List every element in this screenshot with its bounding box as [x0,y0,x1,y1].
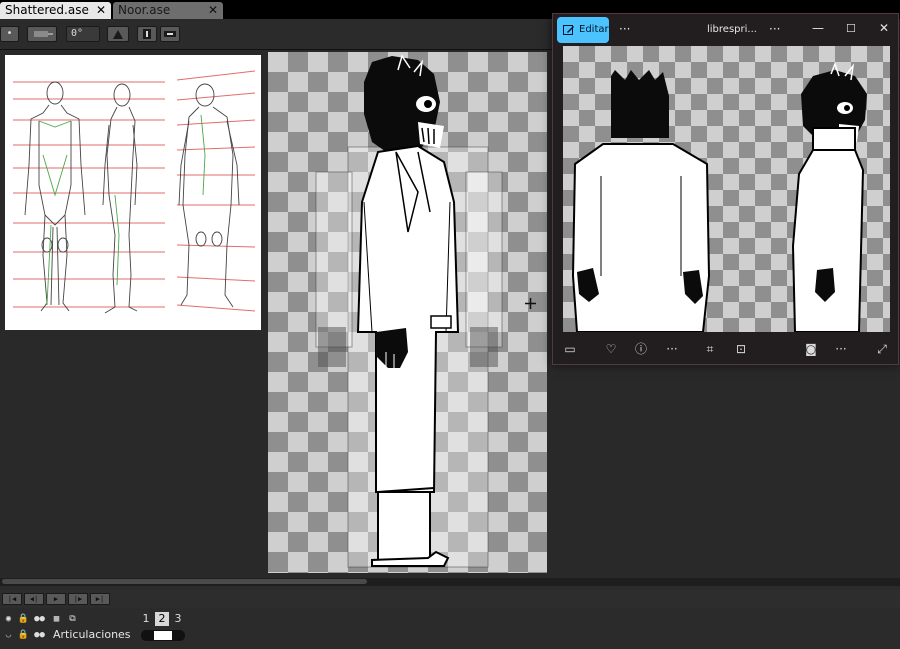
close-tab-icon[interactable]: ✕ [208,2,218,19]
tab-label: Noor.ase [118,3,171,17]
tab-label: Shattered.ase [5,3,89,17]
close-tab-icon[interactable]: ✕ [96,2,106,19]
edit-label: Editar [579,24,609,35]
layers-panel [0,610,900,649]
rotation-input[interactable]: 0° [66,26,100,42]
more-options-icon[interactable]: ··· [619,22,630,36]
more-icon[interactable]: ··· [664,341,680,357]
lock-icon[interactable]: 🔒 [17,629,30,641]
layers-icon[interactable]: ⧉ [66,613,79,625]
tab-noor[interactable]: Noor.ase ✕ [113,2,223,19]
scan-icon[interactable]: ⊡ [733,341,749,357]
pivot-icon[interactable] [107,26,129,42]
more-icon[interactable]: ··· [833,341,849,357]
crop-icon[interactable]: ⌗ [702,341,718,357]
crosshair-cursor-icon [525,294,536,309]
pixel-perfect-icon[interactable] [27,26,57,42]
minimize-icon[interactable]: — [812,21,824,35]
sprite-canvas[interactable] [268,52,547,573]
snapshot-icon[interactable]: ◙ [803,341,819,357]
edit-icon [563,25,574,35]
visibility-icon[interactable]: ◡ [2,629,15,641]
link-icon[interactable]: ●● [33,613,46,625]
info-icon[interactable]: ⓘ [633,341,649,357]
link-icon[interactable]: ●● [33,629,46,641]
more-options-icon[interactable]: ··· [769,22,780,36]
grid-icon[interactable]: ▦ [50,613,63,625]
next-frame-icon[interactable]: |▶ [68,593,88,605]
last-frame-icon[interactable]: ▶| [90,593,110,605]
filmstrip-icon[interactable]: ▭ [562,341,578,357]
heart-icon[interactable]: ♡ [603,341,619,357]
photo-viewer-window: Editar ··· librespri... ··· — ☐ ✕ ▭ ♡ ⓘ … [552,13,899,365]
cel-thumbnail [154,631,172,640]
scrollbar-thumb[interactable] [2,579,367,584]
close-icon[interactable]: ✕ [879,21,889,35]
expand-icon[interactable]: ⤢ [874,341,890,357]
play-icon[interactable]: ▶ [46,593,66,605]
reference-image [5,55,261,330]
flip-vertical-icon[interactable] [137,26,157,42]
lock-icon[interactable]: 🔒 [17,613,30,625]
frame-number[interactable]: 1 [139,612,153,626]
frame-number-active[interactable]: 2 [155,612,169,626]
window-title: librespri... [707,24,757,35]
tab-shattered[interactable]: Shattered.ase ✕ [0,2,111,19]
frame-number[interactable]: 3 [171,612,185,626]
layer-name[interactable]: Articulaciones [53,628,131,641]
preview-image [563,46,890,332]
first-frame-icon[interactable]: |◀ [2,593,22,605]
maximize-icon[interactable]: ☐ [846,22,856,35]
edit-button[interactable]: Editar [557,17,609,43]
playback-bar [0,590,900,608]
dot-icon[interactable]: • [0,26,19,42]
visibility-icon[interactable]: ◉ [2,613,15,625]
flip-horizontal-icon[interactable] [160,26,180,42]
prev-frame-icon[interactable]: ◀| [24,593,44,605]
